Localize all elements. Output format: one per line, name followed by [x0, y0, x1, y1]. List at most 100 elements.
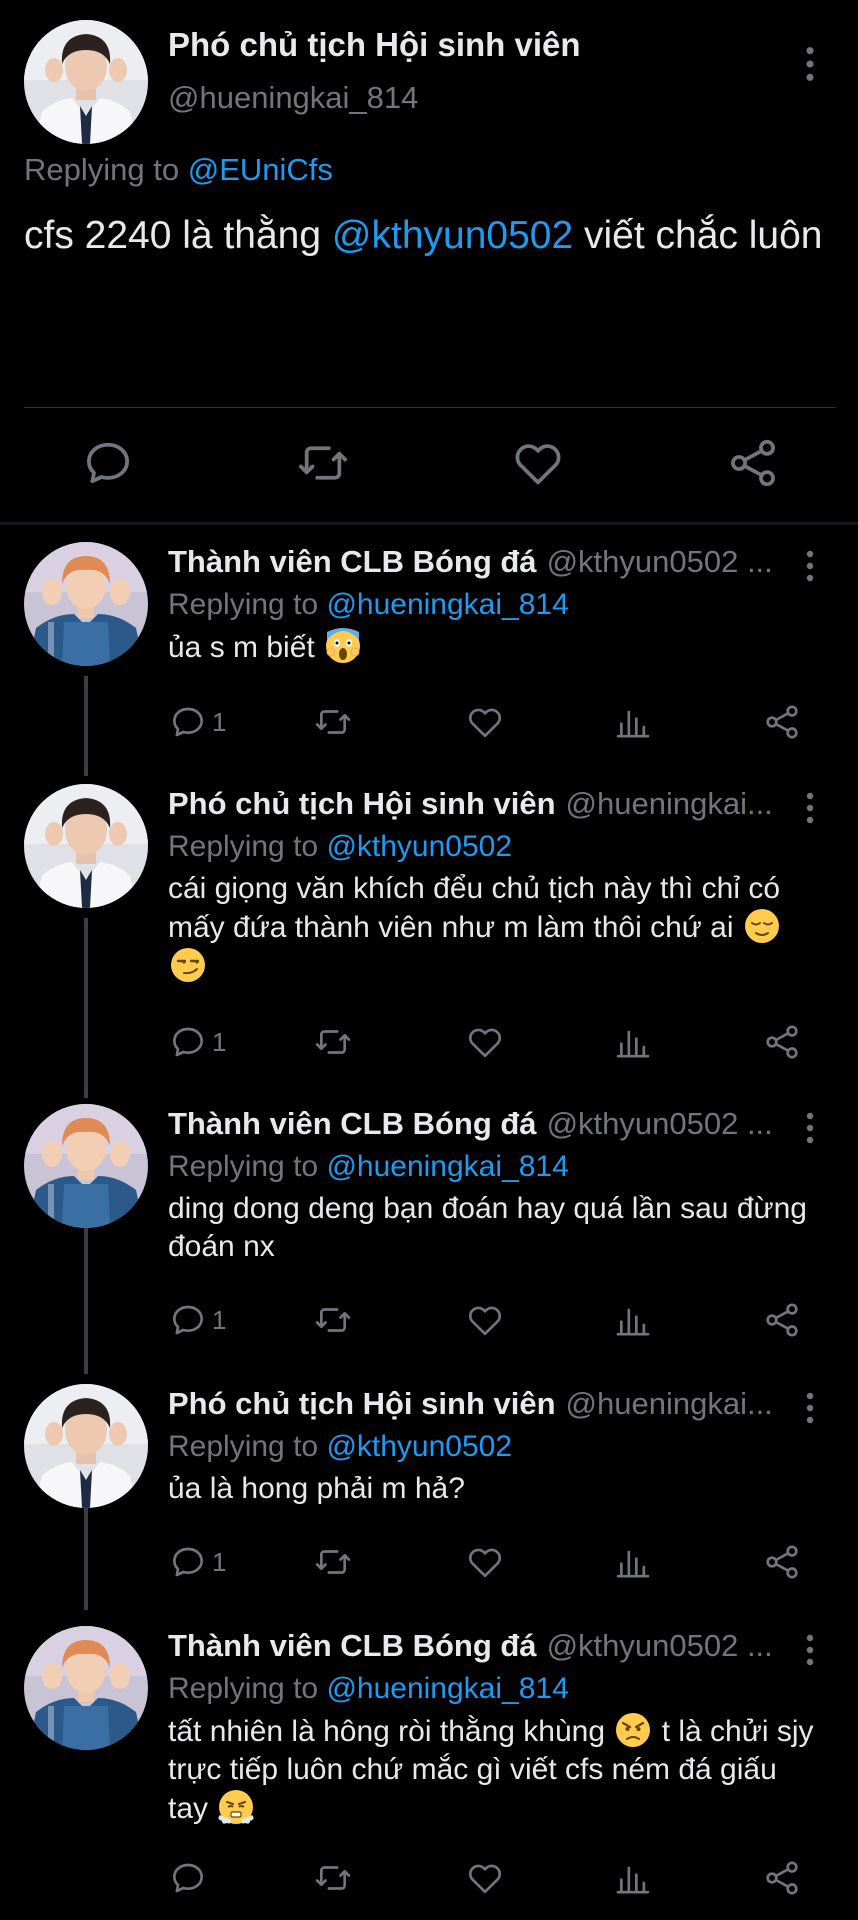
- divider: [24, 407, 836, 408]
- retweet-icon[interactable]: [295, 435, 351, 491]
- tweet-text: ủa là hong phải m hả?: [168, 1472, 465, 1505]
- tweet-text-part: cái giọng văn khích đểu chủ tịch này thì…: [168, 872, 781, 944]
- relieved-face-emoji-icon: [744, 908, 780, 944]
- tweet-text: cfs 2240 là thằng @kthyun0502 viết chắc …: [24, 210, 834, 261]
- reply-icon: [168, 702, 208, 742]
- reply-button[interactable]: 1: [168, 1298, 226, 1342]
- share-icon[interactable]: [762, 1856, 802, 1900]
- face-screaming-emoji-icon: [325, 628, 361, 664]
- like-icon[interactable]: [465, 1856, 505, 1900]
- reply-button[interactable]: 1: [168, 700, 226, 744]
- retweet-icon[interactable]: [313, 1020, 353, 1064]
- retweet-icon[interactable]: [313, 1298, 353, 1342]
- author-name[interactable]: Phó chủ tịch Hội sinh viên: [168, 1386, 556, 1421]
- reply-tweet[interactable]: Phó chủ tịch Hội sinh viên @hueningkai...…: [0, 1370, 858, 1612]
- author-handle[interactable]: @kthyun0502 ...: [547, 1106, 773, 1141]
- avatar[interactable]: [24, 1626, 148, 1750]
- reply-button[interactable]: 1: [168, 1540, 226, 1584]
- like-icon[interactable]: [465, 1540, 505, 1584]
- tweet-text: cái giọng văn khích đểu chủ tịch này thì…: [168, 870, 818, 986]
- replying-to-mention[interactable]: @hueningkai_814: [326, 1150, 568, 1183]
- share-icon[interactable]: [725, 435, 781, 491]
- avatar[interactable]: [24, 1104, 148, 1228]
- more-options-icon[interactable]: [795, 548, 825, 584]
- like-icon[interactable]: [510, 435, 566, 491]
- reply-icon: [168, 1542, 208, 1582]
- reply-count: 1: [212, 706, 227, 737]
- replying-to: Replying to @hueningkai_814: [168, 1672, 569, 1706]
- replying-to: Replying to @hueningkai_814: [168, 1150, 569, 1184]
- tweet-actions: 1: [168, 1540, 808, 1584]
- author-handle[interactable]: @hueningkai...: [566, 786, 773, 821]
- analytics-icon[interactable]: [613, 700, 653, 744]
- reply-icon[interactable]: [168, 1856, 208, 1900]
- replying-to-label: Replying to: [168, 1672, 319, 1705]
- author-handle[interactable]: @hueningkai...: [566, 1386, 773, 1421]
- avatar[interactable]: [24, 784, 148, 908]
- analytics-icon[interactable]: [613, 1540, 653, 1584]
- reply-header: Thành viên CLB Bóng đá @kthyun0502 ...: [168, 1106, 788, 1142]
- mention-link[interactable]: @kthyun0502: [332, 214, 573, 257]
- tweet-text: tất nhiên là hông ròi thằng khùng t là c…: [168, 1712, 818, 1828]
- tweet-text-part: ủa s m biết: [168, 631, 315, 664]
- analytics-icon[interactable]: [613, 1020, 653, 1064]
- reply-button[interactable]: 1: [168, 1020, 226, 1064]
- replying-to-mention[interactable]: @hueningkai_814: [326, 1672, 568, 1705]
- author-handle[interactable]: @kthyun0502 ...: [547, 544, 773, 579]
- author-name[interactable]: Thành viên CLB Bóng đá: [168, 1628, 537, 1663]
- author-handle[interactable]: @hueningkai_814: [168, 80, 418, 116]
- retweet-icon[interactable]: [313, 1540, 353, 1584]
- more-options-icon[interactable]: [795, 1390, 825, 1426]
- replying-to-mention[interactable]: @kthyun0502: [326, 830, 512, 863]
- replying-to-mention[interactable]: @EUniCfs: [188, 152, 333, 187]
- retweet-icon[interactable]: [313, 1856, 353, 1900]
- reply-icon: [168, 1022, 208, 1062]
- analytics-icon[interactable]: [613, 1298, 653, 1342]
- replying-to-mention[interactable]: @kthyun0502: [326, 1430, 512, 1463]
- face-with-steam-emoji-icon: [218, 1789, 254, 1825]
- more-options-icon[interactable]: [795, 44, 825, 84]
- retweet-icon[interactable]: [313, 700, 353, 744]
- more-options-icon[interactable]: [795, 1110, 825, 1146]
- like-icon[interactable]: [465, 1298, 505, 1342]
- avatar[interactable]: [24, 20, 148, 144]
- reply-tweet[interactable]: Thành viên CLB Bóng đá @kthyun0502 ... Re…: [0, 528, 858, 770]
- replying-to-label: Replying to: [168, 1430, 319, 1463]
- like-icon[interactable]: [465, 1020, 505, 1064]
- author-name[interactable]: Phó chủ tịch Hội sinh viên: [168, 786, 556, 821]
- replying-to: Replying to @hueningkai_814: [168, 588, 569, 622]
- author-name[interactable]: Thành viên CLB Bóng đá: [168, 544, 537, 579]
- reply-header: Phó chủ tịch Hội sinh viên @hueningkai...: [168, 786, 788, 822]
- analytics-icon[interactable]: [613, 1856, 653, 1900]
- smirking-face-emoji-icon: [170, 947, 206, 983]
- share-icon[interactable]: [762, 1298, 802, 1342]
- more-options-icon[interactable]: [795, 790, 825, 826]
- reply-icon: [168, 1300, 208, 1340]
- replying-to-label: Replying to: [168, 588, 319, 621]
- like-icon[interactable]: [465, 700, 505, 744]
- avatar[interactable]: [24, 1384, 148, 1508]
- avatar[interactable]: [24, 542, 148, 666]
- share-icon[interactable]: [762, 1020, 802, 1064]
- reply-tweet[interactable]: Thành viên CLB Bóng đá @kthyun0502 ... Re…: [0, 1612, 858, 1920]
- replying-to-label: Replying to: [24, 152, 180, 187]
- replying-to-label: Replying to: [168, 1150, 319, 1183]
- reply-icon[interactable]: [80, 435, 136, 491]
- reply-header: Phó chủ tịch Hội sinh viên @hueningkai...: [168, 1386, 788, 1422]
- reply-tweet[interactable]: Phó chủ tịch Hội sinh viên @hueningkai...…: [0, 770, 858, 1090]
- author-handle[interactable]: @kthyun0502 ...: [547, 1628, 773, 1663]
- replying-to: Replying to @kthyun0502: [168, 830, 512, 864]
- tweet-text-part: tất nhiên là hông ròi thằng khùng: [168, 1715, 606, 1748]
- tweet-text-part: viết chắc luôn: [573, 214, 823, 257]
- tweet-actions: 1: [168, 1298, 808, 1342]
- tweet-actions: [168, 1856, 808, 1900]
- reply-tweet[interactable]: Thành viên CLB Bóng đá @kthyun0502 ... Re…: [0, 1090, 858, 1370]
- reply-header: Thành viên CLB Bóng đá @kthyun0502 ...: [168, 1628, 788, 1664]
- replying-to-label: Replying to: [168, 830, 319, 863]
- author-name[interactable]: Thành viên CLB Bóng đá: [168, 1106, 537, 1141]
- share-icon[interactable]: [762, 1540, 802, 1584]
- replying-to-mention[interactable]: @hueningkai_814: [326, 588, 568, 621]
- share-icon[interactable]: [762, 700, 802, 744]
- more-options-icon[interactable]: [795, 1632, 825, 1668]
- author-name[interactable]: Phó chủ tịch Hội sinh viên: [168, 26, 581, 64]
